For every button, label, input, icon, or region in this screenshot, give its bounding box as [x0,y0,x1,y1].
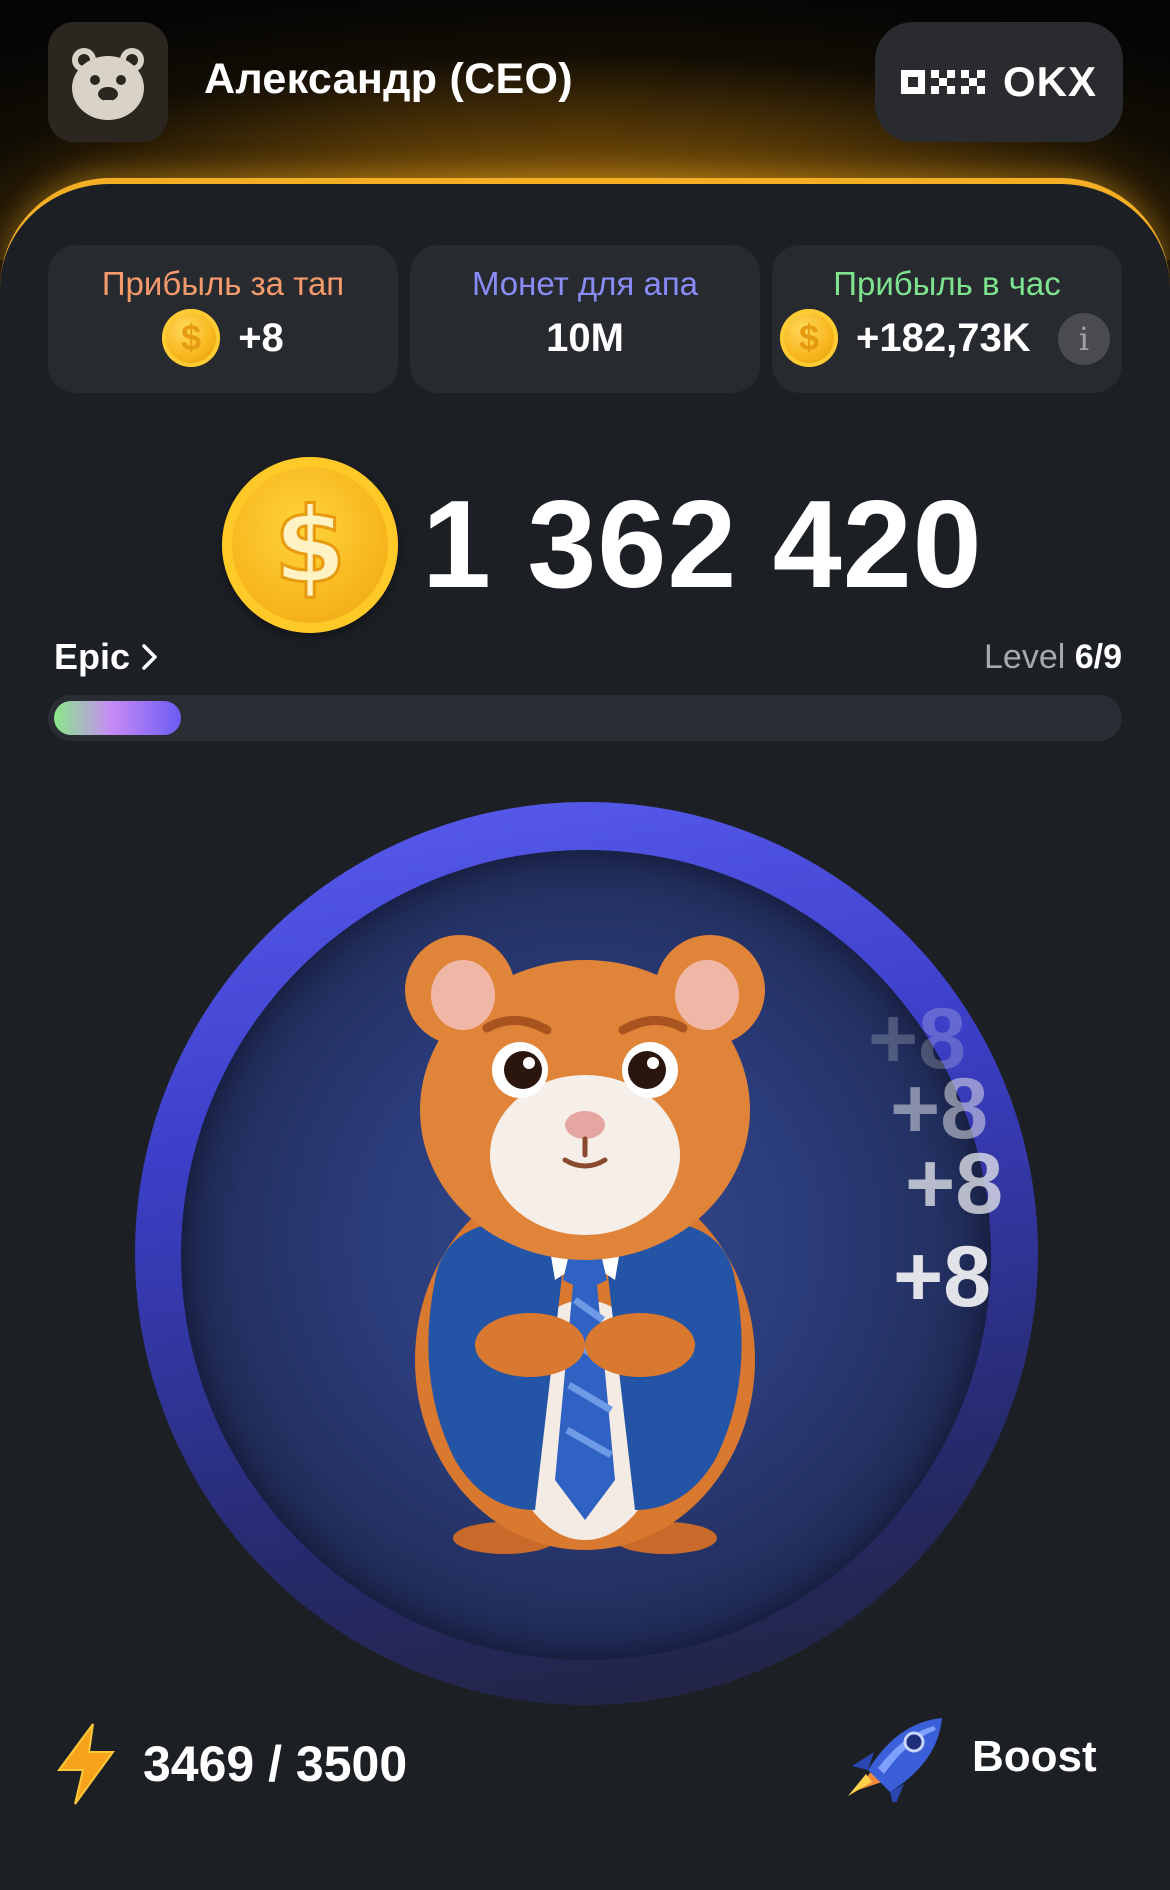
energy-meter: 3469 / 3500 [55,1722,407,1806]
balance-value: 1 362 420 [422,476,983,614]
balance: $ 1 362 420 [222,455,983,635]
coin-icon: $ [222,457,398,633]
stat-card-profit-per-tap[interactable]: Прибыль за тап $ +8 [48,245,398,393]
level-indicator: Level 6/9 [984,638,1122,677]
exchange-label: OKX [1002,58,1097,105]
hamster-avatar-icon [72,48,144,120]
stat-card-profit-per-hour[interactable]: Прибыль в час $ +182,73K i [772,245,1122,393]
svg-text:$: $ [274,490,346,600]
league-link[interactable]: Epic [54,636,160,678]
exchange-button[interactable]: OKX [875,22,1123,142]
level-progress-fill [54,701,181,735]
coin-icon: $ [780,309,838,367]
hamster-ceo-image [405,935,765,1554]
level-progress-bar [48,695,1122,741]
username: Александр (CEO) [204,55,573,103]
tap-popup: +8 [893,1229,992,1325]
stat-value: 10M [546,315,624,360]
boost-label: Boost [972,1732,1097,1781]
chevron-right-icon [142,644,157,670]
lightning-icon [57,1723,115,1805]
level-value: 6/9 [1074,638,1122,676]
info-icon[interactable]: i [1058,313,1110,365]
stat-card-coins-to-level-up[interactable]: Монет для апа 10M [410,245,760,393]
league-name: Epic [54,636,131,677]
dollar-sign-icon: $ [272,490,347,600]
rocket-icon [848,1718,942,1802]
boost-button[interactable]: Boost [838,1712,1097,1802]
tap-popup: +8 [905,1136,1004,1232]
stat-value: +182,73K [856,315,1031,360]
stat-title: Монет для апа [471,265,699,302]
stat-title: Прибыль за тап [101,265,345,302]
coin-icon: $ [162,309,221,367]
stat-value: +8 [238,315,284,360]
avatar[interactable] [48,22,168,142]
energy-value: 3469 / 3500 [143,1736,408,1792]
stat-title: Прибыль в час [833,265,1061,302]
okx-logo-icon [900,70,985,94]
level-label: Level [984,638,1066,676]
